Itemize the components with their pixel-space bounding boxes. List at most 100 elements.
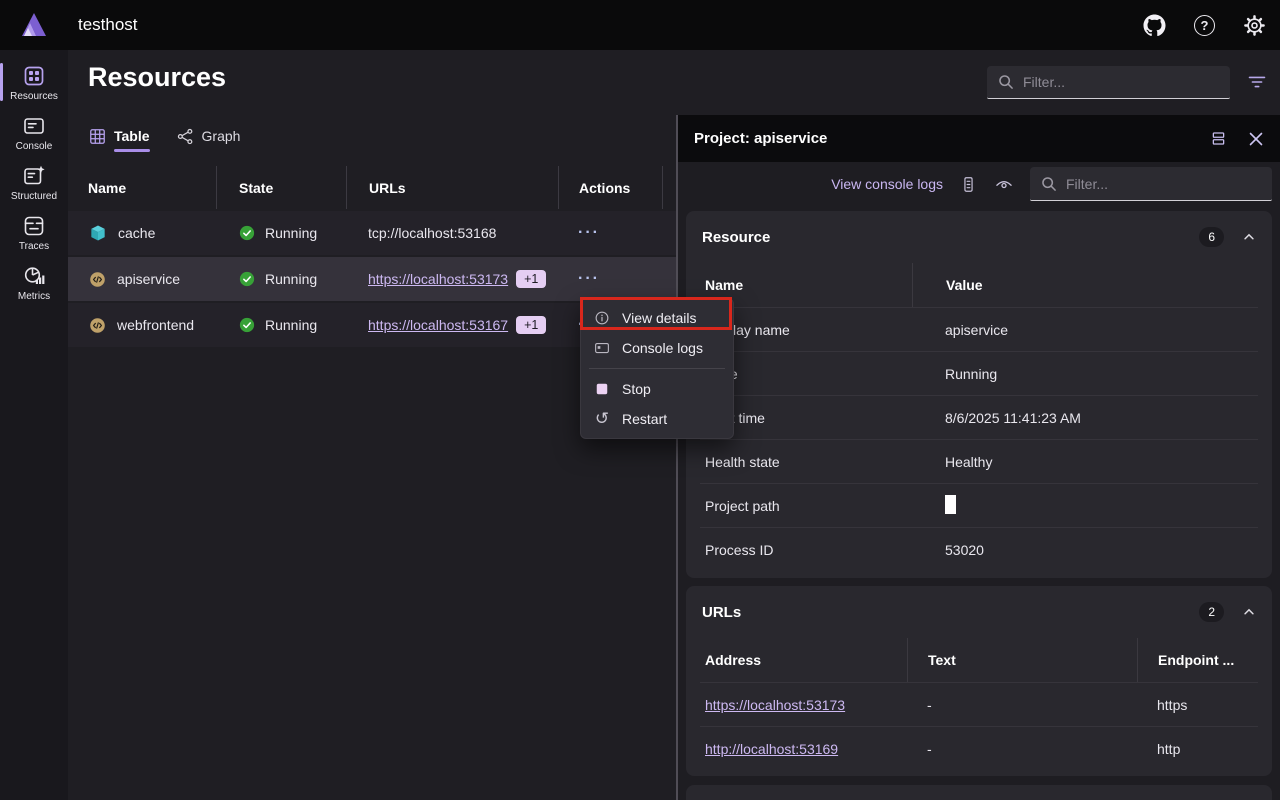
page-title: Resources [88, 62, 226, 93]
details-filter-input[interactable] [1066, 176, 1262, 192]
section-count-badge: 2 [1199, 602, 1224, 622]
chart-pie-bars-icon [22, 264, 46, 288]
property-value: Running [912, 366, 1258, 382]
resources-filter-box[interactable] [987, 66, 1230, 99]
row-actions-button[interactable]: ··· [578, 224, 600, 242]
aspire-logo[interactable] [0, 11, 68, 39]
column-header-value: Value [912, 263, 1258, 307]
column-header-endpoint: Endpoint ... [1137, 638, 1258, 682]
column-header-name[interactable]: Name [68, 166, 216, 209]
property-row-display-name[interactable]: Display name apiservice [700, 307, 1258, 351]
column-header-urls[interactable]: URLs [346, 166, 558, 209]
property-row-start-time[interactable]: Start time 8/6/2025 11:41:23 AM [700, 395, 1258, 439]
chevron-up-icon[interactable] [1242, 605, 1256, 619]
url-endpoint: http [1137, 741, 1258, 757]
container-cube-icon [88, 223, 108, 243]
close-icon[interactable] [1248, 131, 1264, 147]
eye-icon[interactable] [994, 174, 1014, 194]
resources-filter-input[interactable] [1023, 74, 1220, 90]
console-window-icon [22, 114, 46, 138]
resource-details-panel: Project: apiservice View console logs [676, 115, 1280, 800]
row-actions-button[interactable]: ··· [578, 270, 600, 288]
resources-table-header: Name State URLs Actions [68, 166, 676, 209]
details-filter-box[interactable] [1030, 167, 1272, 201]
menu-item-label: Stop [622, 381, 651, 397]
gantt-chart-icon [22, 214, 46, 238]
table-row-apiservice[interactable]: apiservice Running https://localhost:531… [68, 255, 676, 301]
column-header-actions[interactable]: Actions [558, 166, 663, 209]
sidebar-item-structured[interactable]: Structured [0, 158, 68, 207]
endpoint-url-link[interactable]: https://localhost:53167 [368, 317, 508, 333]
url-row[interactable]: http://localhost:53169 - http [700, 726, 1258, 770]
tab-table-label: Table [114, 128, 150, 152]
menu-divider [589, 368, 725, 369]
property-row-project-path[interactable]: Project path [700, 483, 1258, 527]
state-label: Running [265, 271, 317, 287]
section-title: Resource [702, 229, 1199, 246]
menu-item-stop[interactable]: Stop [581, 374, 733, 404]
property-row-process-id[interactable]: Process ID 53020 [700, 527, 1258, 571]
search-icon [1040, 175, 1058, 193]
urls-table-header: Address Text Endpoint ... [700, 638, 1258, 682]
help-icon[interactable]: ? [1194, 15, 1215, 36]
stop-square-icon [593, 380, 611, 398]
menu-item-label: Console logs [622, 340, 703, 356]
resource-properties-card: Resource 6 Name Value Display name apise… [686, 211, 1272, 578]
details-panel-toolbar: View console logs [678, 162, 1280, 206]
info-icon [593, 309, 611, 327]
left-sidebar: Resources Console Structured [0, 50, 68, 800]
property-name: Health state [700, 454, 912, 470]
share-network-icon [176, 127, 195, 146]
property-value: Healthy [912, 454, 1258, 470]
tab-graph-label: Graph [202, 128, 241, 152]
property-value: 8/6/2025 11:41:23 AM [912, 410, 1258, 426]
masked-value-block [945, 495, 956, 514]
sidebar-item-label: Metrics [18, 291, 50, 302]
running-check-icon [238, 270, 256, 288]
split-panel-icon[interactable] [1209, 129, 1228, 148]
settings-gear-icon[interactable] [1243, 14, 1266, 37]
url-row[interactable]: https://localhost:53173 - https [700, 682, 1258, 726]
urls-card: URLs 2 Address Text Endpoint ... https:/… [686, 586, 1272, 776]
menu-item-label: Restart [622, 411, 667, 427]
sidebar-item-metrics[interactable]: Metrics [0, 258, 68, 307]
menu-item-restart[interactable]: ↺ Restart [581, 404, 733, 434]
endpoint-url-text: tcp://localhost:53168 [368, 225, 496, 241]
property-row-state[interactable]: State Running [700, 351, 1258, 395]
document-sparkle-icon [22, 164, 46, 188]
property-row-health-state[interactable]: Health state Healthy [700, 439, 1258, 483]
extra-urls-badge[interactable]: +1 [516, 316, 546, 334]
filter-funnel-icon[interactable] [1247, 72, 1267, 92]
document-list-icon[interactable] [959, 175, 978, 194]
view-console-logs-link[interactable]: View console logs [831, 176, 943, 192]
url-text: - [907, 697, 1137, 713]
top-bar: testhost ? [0, 0, 1280, 50]
resource-name: apiservice [117, 271, 180, 287]
tab-table[interactable]: Table [88, 124, 150, 148]
resource-name: cache [118, 225, 155, 241]
github-icon[interactable] [1143, 14, 1166, 37]
sidebar-item-console[interactable]: Console [0, 108, 68, 157]
url-address-link[interactable]: https://localhost:53173 [705, 697, 845, 713]
url-address-link[interactable]: http://localhost:53169 [705, 741, 838, 757]
search-icon [997, 73, 1015, 91]
restart-arrow-icon: ↺ [593, 409, 611, 429]
section-title: URLs [702, 604, 1199, 621]
row-actions-context-menu: View details Console logs Stop ↺ Restart [580, 298, 734, 439]
column-header-state[interactable]: State [216, 166, 346, 209]
menu-item-label: View details [622, 310, 696, 326]
resources-grid-icon [22, 64, 46, 88]
endpoint-url-link[interactable]: https://localhost:53173 [368, 271, 508, 287]
sidebar-item-traces[interactable]: Traces [0, 208, 68, 257]
property-value: apiservice [912, 322, 1258, 338]
column-header-address: Address [700, 652, 907, 668]
chevron-up-icon[interactable] [1242, 230, 1256, 244]
tab-graph[interactable]: Graph [176, 124, 241, 148]
view-tabs: Table Graph [88, 124, 240, 148]
menu-item-view-details[interactable]: View details [581, 303, 733, 333]
menu-item-console-logs[interactable]: Console logs [581, 333, 733, 363]
state-label: Running [265, 317, 317, 333]
table-row-cache[interactable]: cache Running tcp://localhost:53168 ··· [68, 209, 676, 255]
extra-urls-badge[interactable]: +1 [516, 270, 546, 288]
sidebar-item-resources[interactable]: Resources [0, 58, 68, 107]
